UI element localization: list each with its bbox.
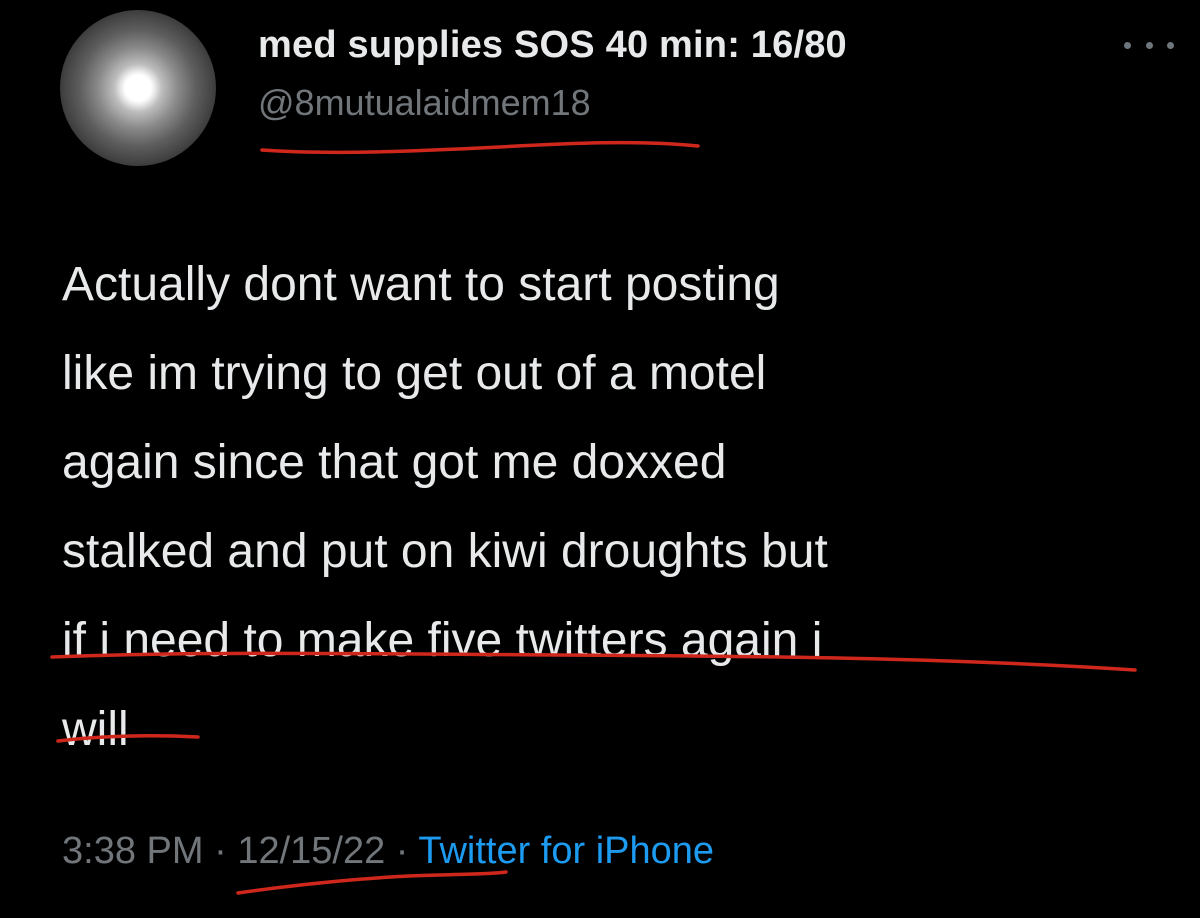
tweet-text-line: Actually dont want to start posting xyxy=(62,258,780,311)
tweet-text-line: again since that got me doxxed xyxy=(62,436,727,489)
tweet-time[interactable]: 3:38 PM xyxy=(62,830,204,872)
tweet-date[interactable]: 12/15/22 xyxy=(237,830,385,872)
tweet-metadata: 3:38 PM · 12/15/22 · Twitter for iPhone xyxy=(62,830,714,873)
meta-separator: · xyxy=(203,830,238,872)
tweet-text-line: stalked and put on kiwi droughts but xyxy=(62,525,828,578)
more-options-button[interactable] xyxy=(1124,30,1174,60)
more-horizontal-icon xyxy=(1124,41,1131,49)
meta-separator: · xyxy=(385,830,419,872)
annotation-underline-handle xyxy=(260,140,700,155)
tweet-text: Actually dont want to start posting like… xyxy=(62,240,1172,774)
author-display-name[interactable]: med supplies SOS 40 min: 16/80 xyxy=(258,24,847,67)
tweet-text-line: like im trying to get out of a motel xyxy=(62,347,767,400)
more-horizontal-icon-dot xyxy=(1167,41,1174,49)
author-handle[interactable]: @8mutualaidmem18 xyxy=(258,82,591,124)
tweet-text-line: will xyxy=(62,703,129,756)
tweet-card: med supplies SOS 40 min: 16/80 @8mutuala… xyxy=(0,0,1200,918)
annotation-underline-date xyxy=(236,870,508,895)
more-horizontal-icon-dot xyxy=(1145,41,1153,49)
avatar[interactable] xyxy=(60,10,216,166)
tweet-source-link[interactable]: Twitter for iPhone xyxy=(418,830,714,872)
tweet-text-line: if i need to make five twitters again i xyxy=(62,614,823,667)
